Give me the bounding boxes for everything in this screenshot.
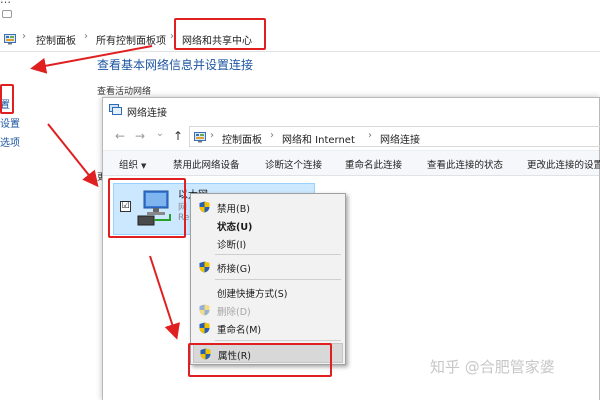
annotation-box-network-center — [174, 18, 266, 50]
organize-label: 组织 — [119, 160, 139, 171]
breadcrumb-control-panel[interactable]: 控制面板 — [222, 131, 262, 146]
diagnose-connection-button[interactable]: 诊断这个连接 — [265, 157, 322, 171]
breadcrumb-separator: › — [368, 130, 372, 141]
breadcrumb-control-panel[interactable]: 控制面板 — [36, 32, 76, 47]
uac-shield-icon — [199, 304, 210, 316]
menu-item-label: 禁用(B) — [217, 204, 250, 215]
uac-shield-icon — [199, 322, 210, 334]
menu-item-bridge[interactable]: 桥接(G) — [193, 257, 343, 277]
uac-shield-icon — [199, 201, 210, 213]
menu-item-create-shortcut[interactable]: 创建快捷方式(S) — [193, 282, 343, 302]
view-status-button[interactable]: 查看此连接的状态 — [427, 157, 503, 171]
background-address-bar[interactable]: › 控制面板 › 所有控制面板项 › 网络和共享中心 — [0, 26, 600, 52]
breadcrumb-separator: › — [84, 31, 88, 42]
annotation-box-properties — [188, 343, 332, 377]
breadcrumb-network-internet[interactable]: 网络和 Internet — [282, 131, 355, 146]
watermark: 知乎 @合肥管家婆 — [430, 358, 555, 376]
menu-item-label: 状态(U) — [217, 222, 253, 233]
window-icon — [2, 10, 12, 18]
menu-item-diagnose[interactable]: 诊断(I) — [193, 233, 343, 253]
window-title: 网络连接 — [127, 108, 167, 119]
network-connections-window: 网络连接 ← → ⌄ ↑ › 控制面板 › 网络和 Internet › 网络连… — [102, 97, 600, 400]
sidebar-link-truncated-3[interactable]: 选项 — [0, 134, 20, 149]
control-panel-icon — [4, 34, 16, 45]
up-arrow-icon[interactable]: ↑ — [171, 129, 185, 143]
menu-item-label: 删除(D) — [217, 307, 251, 318]
context-menu: 禁用(B) 状态(U) 诊断(I) 桥接(G) 创建快捷方式(S) 删除(D) … — [190, 193, 346, 365]
breadcrumb-separator: › — [22, 31, 26, 42]
menu-item-delete: 删除(D) — [193, 300, 343, 320]
rename-connection-button[interactable]: 重命名此连接 — [345, 157, 402, 171]
forward-arrow-icon[interactable]: → — [133, 129, 147, 143]
command-bar: 组织 ▼ 禁用此网络设备 诊断这个连接 重命名此连接 查看此连接的状态 更改此连接… — [103, 150, 600, 176]
organize-button[interactable]: 组织 ▼ — [119, 157, 146, 171]
sidebar-link-truncated-2[interactable]: 设置 — [0, 115, 20, 130]
menu-item-disable[interactable]: 禁用(B) — [193, 197, 343, 217]
navigation-bar: ← → ⌄ ↑ › 控制面板 › 网络和 Internet › 网络连接 — [103, 124, 600, 148]
menu-item-label: 重命名(M) — [217, 325, 262, 336]
back-arrow-icon[interactable]: ← — [113, 129, 127, 143]
breadcrumb-separator: › — [210, 130, 214, 141]
menu-item-label: 诊断(I) — [217, 240, 247, 251]
menu-separator — [215, 254, 341, 255]
menu-separator — [215, 279, 341, 280]
menu-separator — [215, 340, 341, 341]
disable-device-button[interactable]: 禁用此网络设备 — [173, 157, 240, 171]
chevron-down-icon: ▼ — [141, 162, 147, 170]
recent-locations-chevron-icon[interactable]: ⌄ — [153, 127, 167, 141]
breadcrumb-all-items[interactable]: 所有控制面板项 — [96, 32, 166, 47]
address-bar[interactable]: › 控制面板 › 网络和 Internet › 网络连接 — [189, 126, 600, 147]
control-panel-icon — [194, 132, 206, 143]
page-heading: 查看基本网络信息并设置连接 — [97, 58, 254, 72]
background-window-titlebar: … — [0, 0, 600, 26]
window-titlebar[interactable]: 网络连接 — [103, 98, 599, 122]
annotation-arrow — [47, 123, 99, 188]
change-settings-button[interactable]: 更改此连接的设置 — [527, 157, 600, 171]
menu-item-label: 创建快捷方式(S) — [217, 289, 288, 300]
uac-shield-icon — [199, 261, 210, 273]
active-networks-label: 查看活动网络 — [97, 87, 152, 97]
menu-item-label: 桥接(G) — [217, 264, 251, 275]
breadcrumb-network-connections[interactable]: 网络连接 — [380, 131, 420, 146]
menu-item-rename[interactable]: 重命名(M) — [193, 318, 343, 338]
background-title-fragment: … — [0, 0, 11, 6]
menu-item-status[interactable]: 状态(U) — [193, 215, 343, 235]
annotation-box-ethernet — [108, 178, 186, 238]
breadcrumb-separator: › — [270, 130, 274, 141]
network-connections-icon — [109, 104, 122, 115]
annotation-box-sidebar-link — [0, 84, 14, 114]
